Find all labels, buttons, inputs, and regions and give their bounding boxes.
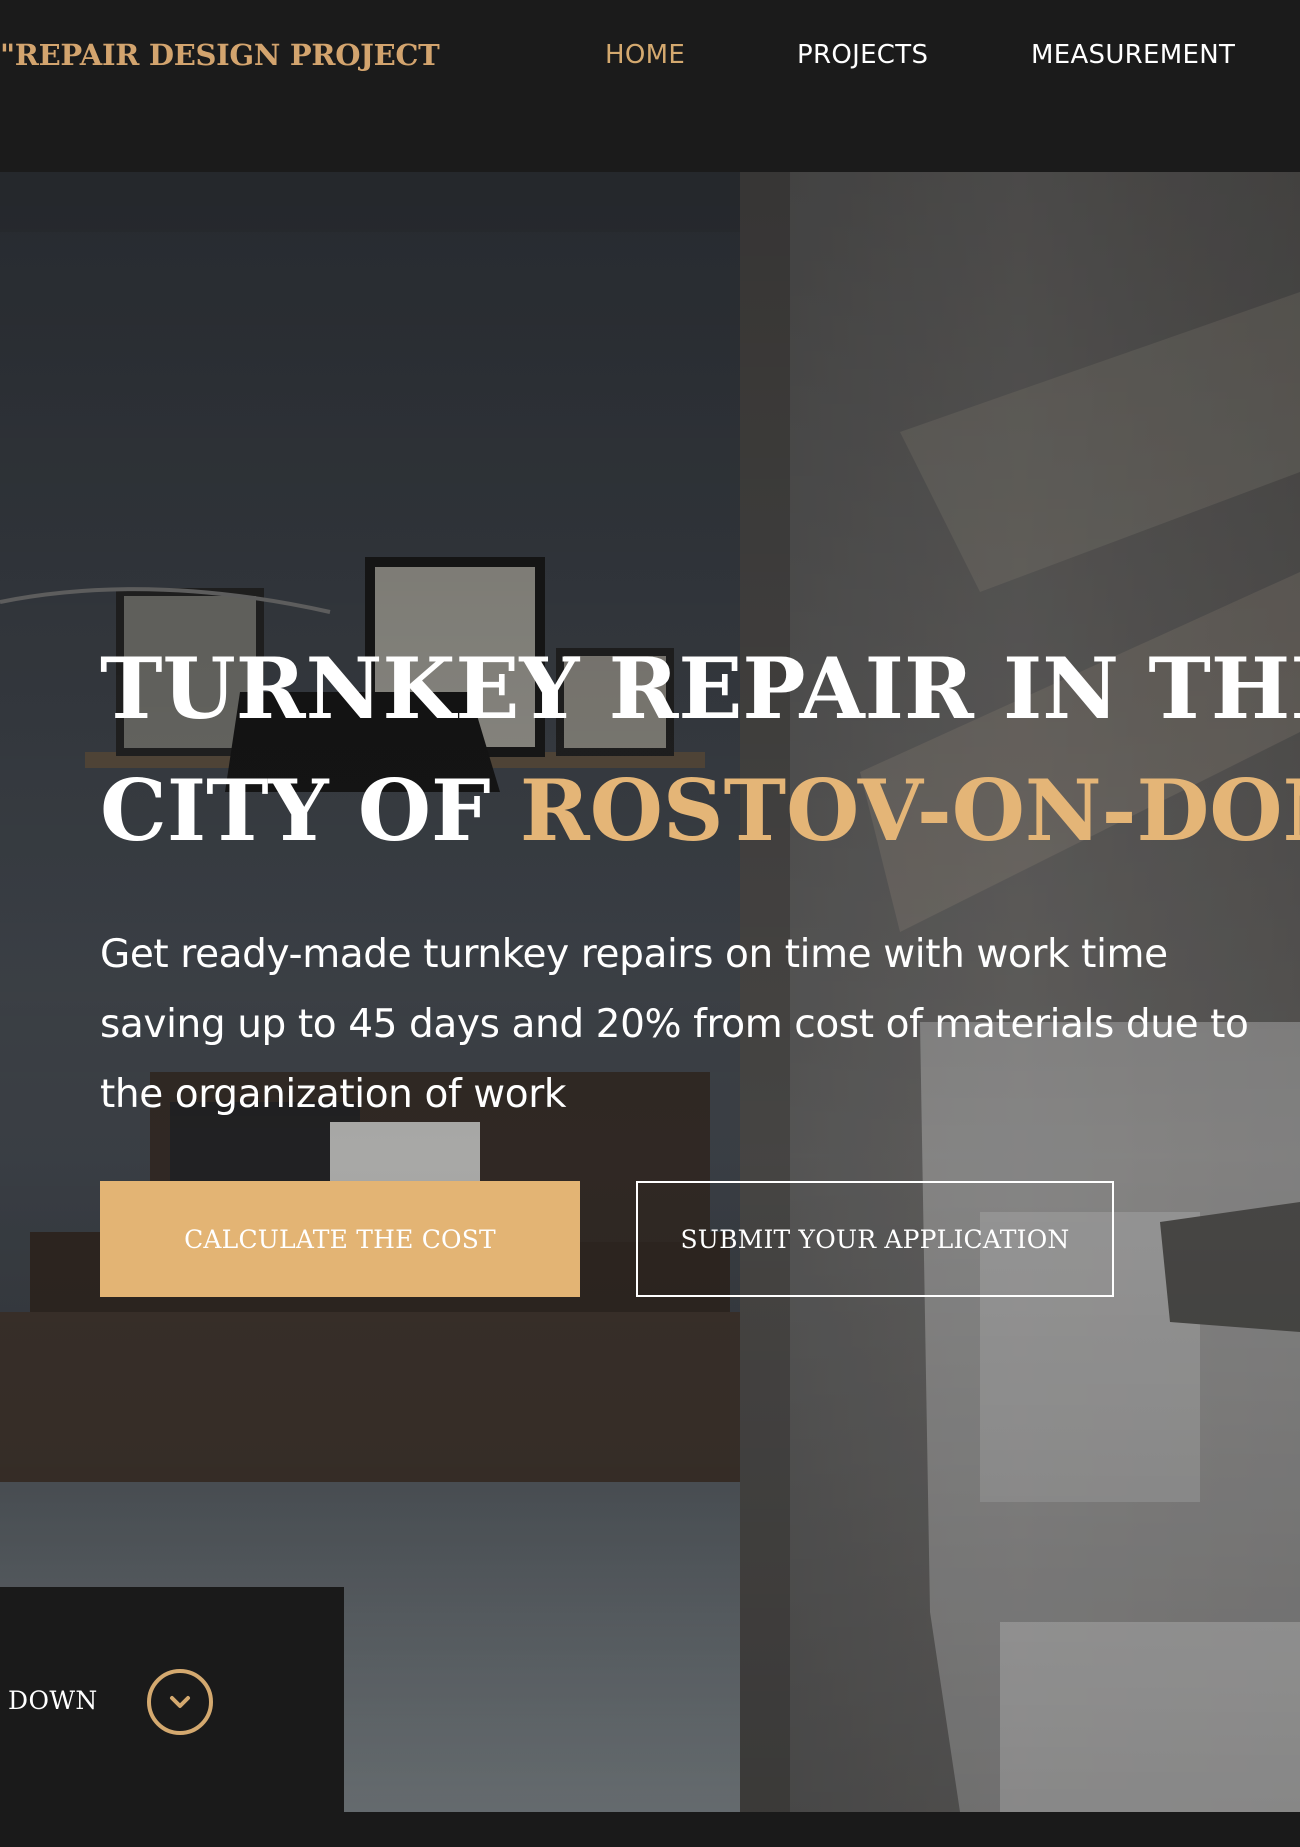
subtitle-line-2: saving up to 45 days and 20% from cost o…	[100, 1002, 1249, 1047]
subtitle-line-3: the organization of work	[100, 1072, 567, 1117]
headline-line-2-prefix: CITY OF	[100, 761, 520, 860]
scroll-down-panel: DOWN	[0, 1587, 344, 1812]
site-header: "REPAIR DESIGN PROJECT HOME PROJECTS MEA…	[0, 0, 1300, 172]
bottom-strip	[0, 1812, 1300, 1847]
headline-line-1: TURNKEY REPAIR IN THE	[100, 639, 1300, 738]
headline-city-accent: ROSTOV-ON-DON	[519, 761, 1300, 860]
nav-measurement[interactable]: MEASUREMENT	[1031, 40, 1235, 70]
site-logo[interactable]: "REPAIR DESIGN PROJECT	[0, 38, 440, 72]
calculate-cost-button[interactable]: CALCULATE THE COST	[100, 1181, 580, 1297]
headline-line-2: CITY OF ROSTOV-ON-DON	[100, 750, 1300, 872]
chevron-down-circle-icon[interactable]	[146, 1668, 214, 1736]
hero-subtitle: Get ready-made turnkey repairs on time w…	[100, 920, 1300, 1130]
nav-home[interactable]: HOME	[605, 40, 685, 70]
submit-application-button[interactable]: SUBMIT YOUR APPLICATION	[636, 1181, 1114, 1297]
subtitle-line-1: Get ready-made turnkey repairs on time w…	[100, 932, 1168, 977]
nav-projects[interactable]: PROJECTS	[797, 40, 928, 70]
hero-headline: TURNKEY REPAIR IN THE CITY OF ROSTOV-ON-…	[100, 628, 1300, 872]
hero-section: TURNKEY REPAIR IN THE CITY OF ROSTOV-ON-…	[0, 172, 1300, 1812]
scroll-down-label: DOWN	[8, 1686, 98, 1715]
